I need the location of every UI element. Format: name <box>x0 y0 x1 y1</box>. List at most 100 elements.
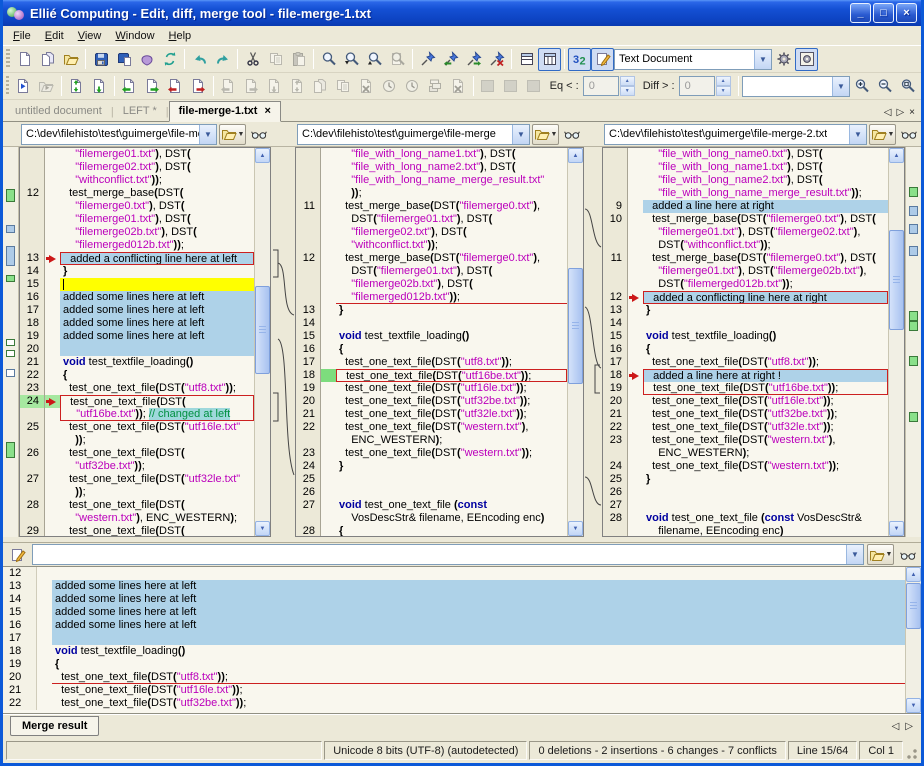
horizontal-layout-button[interactable] <box>515 48 538 71</box>
code-line-text[interactable]: test_one_text_file(DST("western.txt"), <box>643 434 888 447</box>
scrollbar-thumb[interactable] <box>255 286 270 374</box>
result-next-button[interactable]: ▷ <box>905 721 913 732</box>
recompare-button[interactable] <box>12 75 35 98</box>
tab-list-close-button[interactable]: × <box>909 107 915 118</box>
code-line-text[interactable]: )); <box>60 434 254 447</box>
toolbar-grip[interactable] <box>6 49 10 69</box>
code-line-text[interactable]: "filemerge01.txt"), DST( <box>60 213 254 226</box>
code-line-text[interactable]: added some lines here at left <box>52 619 905 632</box>
code-line-text[interactable]: test_one_text_file(DST("utf16be.txt")); <box>643 382 888 395</box>
scroll-down-icon[interactable]: ▼ <box>255 521 270 536</box>
code-line-text[interactable]: added a conflicting line here at left <box>60 252 254 265</box>
code-line-text[interactable]: void test_one_text_file (const VosDescSt… <box>643 512 888 525</box>
code-line-text[interactable]: added a line here at right ! <box>643 369 888 382</box>
code-line-text[interactable]: test_merge_base(DST("filemerge0.txt"), <box>336 252 567 265</box>
code-line-text[interactable]: test_one_text_file(DST("utf8.txt")); <box>643 356 888 369</box>
code-line-text[interactable]: "file_with_long_name_merge_result.txt"))… <box>643 187 888 200</box>
menu-help[interactable]: Help <box>162 27 199 45</box>
tab-close-icon[interactable]: × <box>264 105 270 117</box>
code-line-text[interactable]: test_one_text_file(DST("utf16le.txt" <box>60 421 254 434</box>
code-area-base[interactable]: "file_with_long_name1.txt"), DST( "file_… <box>296 148 567 536</box>
code-line-text[interactable]: "filemerged012b.txt")); <box>336 291 567 304</box>
code-line-text[interactable]: "filemerge01.txt"), DST("filemerge02b.tx… <box>643 265 888 278</box>
code-line-text[interactable]: "filemerge02b.txt"), DST( <box>60 226 254 239</box>
find-button[interactable] <box>317 48 340 71</box>
menu-view[interactable]: View <box>71 27 109 45</box>
tab-scroll-left-button[interactable]: ◁ <box>884 107 892 118</box>
merge-result-code-area[interactable]: 1213added some lines here at left14added… <box>3 567 905 713</box>
comparison-settings-button[interactable] <box>795 48 818 71</box>
code-line-text[interactable]: test_one_text_file(DST( <box>60 395 254 408</box>
zoom-in-button[interactable] <box>850 75 873 98</box>
eq-threshold-value[interactable]: 0 <box>583 76 619 96</box>
code-line-text[interactable]: { <box>336 343 567 356</box>
code-line-text[interactable]: test_one_text_file(DST("utf16le.txt")); <box>336 382 567 395</box>
code-line-text[interactable]: test_merge_base(DST("filemerge0.txt"), D… <box>643 252 888 265</box>
find-next-button[interactable] <box>340 48 363 71</box>
apply-change-left-button[interactable] <box>118 75 141 98</box>
eq-threshold-spinner[interactable]: 0▲▼ <box>583 76 635 96</box>
find-previous-button[interactable] <box>363 48 386 71</box>
code-line-text[interactable]: test_one_text_file(DST("western.txt")); <box>336 447 567 460</box>
chevron-down-icon[interactable]: ▼ <box>849 125 866 144</box>
menu-file[interactable]: File <box>6 27 38 45</box>
scroll-down-icon[interactable]: ▼ <box>906 698 921 713</box>
diff-threshold-spin-arrows[interactable]: ▲▼ <box>716 76 731 96</box>
code-line-text[interactable]: "filemerged012b.txt")); <box>60 239 254 252</box>
code-line-text[interactable]: "file_with_long_name2.txt"), DST( <box>643 174 888 187</box>
code-line-text[interactable]: test_one_text_file(DST("utf16be.txt")); <box>336 369 567 382</box>
overview-strip-right[interactable] <box>905 147 921 537</box>
previous-change-button[interactable] <box>65 75 88 98</box>
scroll-up-icon[interactable]: ▲ <box>906 567 921 582</box>
tab-merge-result[interactable]: Merge result <box>10 716 99 736</box>
maximize-button[interactable]: □ <box>873 3 894 23</box>
save-button[interactable] <box>89 48 112 71</box>
scroll-up-icon[interactable]: ▲ <box>255 148 270 163</box>
code-line-text[interactable]: "utf16be.txt")); // changed at left <box>60 408 254 421</box>
code-line-text[interactable]: { <box>60 369 254 382</box>
scrollbar-thumb[interactable] <box>889 230 904 330</box>
code-line-text[interactable]: ENC_WESTERN); <box>336 434 567 447</box>
code-line-text[interactable]: test_one_text_file(DST("utf32le.txt")); <box>336 408 567 421</box>
code-line-text[interactable]: test_one_text_file(DST("utf8.txt")); <box>52 671 905 684</box>
clear-pins-button[interactable] <box>485 48 508 71</box>
tab-left-[interactable]: LEFT * <box>114 102 166 121</box>
apply-conflict-left-button[interactable] <box>164 75 187 98</box>
file-path-left-combobox[interactable]: C:\dev\filehisto\test\guimerge\file-mer▼ <box>21 124 217 145</box>
new-document-button[interactable] <box>13 48 36 71</box>
code-line-text[interactable]: "filemerge01.txt"), DST( <box>60 148 254 161</box>
scroll-down-icon[interactable]: ▼ <box>568 521 583 536</box>
line-numbers-button[interactable]: 32 <box>568 48 591 71</box>
code-line-text[interactable]: } <box>336 304 567 317</box>
code-area-right[interactable]: "file_with_long_name0.txt"), DST( "file_… <box>603 148 888 536</box>
code-line-text[interactable]: "file_with_long_name0.txt"), DST( <box>643 148 888 161</box>
vertical-scrollbar-left[interactable]: ▲▼ <box>254 148 270 536</box>
code-line-text[interactable]: "file_with_long_name1.txt"), DST( <box>336 148 567 161</box>
code-line-text[interactable]: } <box>60 265 254 278</box>
code-line-text[interactable] <box>336 486 567 499</box>
zoom-level-combobox[interactable]: ▼ <box>742 76 850 97</box>
code-line-text[interactable]: test_one_text_file(DST( <box>60 447 254 460</box>
preferences-button[interactable] <box>772 48 795 71</box>
code-line-text[interactable]: "filemerge0.txt"), DST( <box>60 200 254 213</box>
scrollbar-thumb[interactable] <box>568 268 583 384</box>
tab-scroll-right-button[interactable]: ▷ <box>896 107 904 118</box>
code-line-text[interactable]: added some lines here at left <box>60 317 254 330</box>
vertical-scrollbar-result[interactable]: ▲▼ <box>905 567 921 713</box>
code-line-text[interactable]: test_one_text_file(DST("utf32be.txt")); <box>336 395 567 408</box>
result-prev-button[interactable]: ◁ <box>892 721 900 732</box>
code-line-text[interactable] <box>60 343 254 356</box>
eq-threshold-spin-arrows[interactable]: ▲▼ <box>620 76 635 96</box>
code-line-text[interactable]: test_one_text_file(DST("utf32be.txt")); <box>643 408 888 421</box>
open-button[interactable] <box>59 48 82 71</box>
titlebar[interactable]: Ellié Computing - Edit, diff, merge tool… <box>3 0 921 26</box>
code-line-text[interactable]: "file_with_long_name_merge_result.txt" <box>336 174 567 187</box>
zoom-fit-button[interactable] <box>896 75 919 98</box>
code-line-text[interactable]: void test_textfile_loading() <box>336 330 567 343</box>
apply-change-right-button[interactable] <box>141 75 164 98</box>
code-line-text[interactable]: test_one_text_file(DST("utf32le.txt")); <box>643 421 888 434</box>
scroll-up-icon[interactable]: ▲ <box>568 148 583 163</box>
diff-threshold-spinner[interactable]: 0▲▼ <box>679 76 731 96</box>
new-comparison-button[interactable] <box>36 48 59 71</box>
code-line-text[interactable]: test_one_text_file(DST("utf16le.txt")); <box>52 684 905 697</box>
